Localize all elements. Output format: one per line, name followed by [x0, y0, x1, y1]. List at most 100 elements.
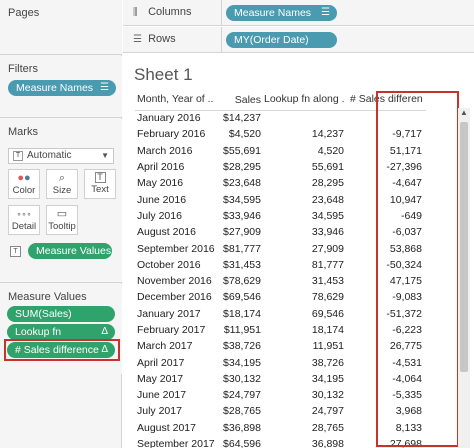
cell-sales-difference: -5,335	[392, 389, 422, 402]
cell-lookup: 81,777	[311, 258, 344, 271]
filters-title: Filters	[8, 63, 38, 75]
sales-difference-label: # Sales difference	[15, 344, 99, 356]
detail-icon: ∘∘∘	[16, 210, 32, 219]
color-label: Color	[12, 185, 36, 196]
size-button[interactable]: ⌕ Size	[46, 169, 78, 199]
marks-title: Marks	[8, 126, 38, 138]
cell-lookup: 34,195	[311, 372, 344, 385]
cell-sales-difference: 47,175	[389, 275, 422, 288]
data-table: Month, Year of .. Sales Lookup fn along …	[135, 91, 426, 448]
cell-lookup: 23,648	[311, 193, 344, 206]
cell-month: February 2017	[137, 324, 206, 336]
header-lookup[interactable]: Lookup fn along ..	[261, 91, 346, 111]
measure-values-pill[interactable]: Measure Values	[28, 243, 112, 259]
header-row: Month, Year of .. Sales Lookup fn along …	[135, 91, 426, 111]
table-row: March 2016 $55,691 4,520 51,171	[135, 143, 426, 159]
delta-icon: Δ	[101, 344, 108, 355]
cell-sales-difference: -6,223	[392, 324, 422, 336]
cell-sales-difference: -4,531	[392, 356, 422, 369]
columns-label-wrap: ⫼ Columns	[133, 6, 191, 18]
mark-type-value: Automatic	[27, 150, 72, 161]
color-button[interactable]: ●● Color	[8, 169, 40, 199]
measure-values-title: Measure Values	[8, 291, 87, 303]
cell-sales: $28,765	[223, 405, 261, 418]
cell-month: September 2016	[137, 242, 215, 255]
header-sales[interactable]: Sales	[221, 91, 261, 111]
table-row: October 2016 $31,453 81,777 -50,324	[135, 257, 426, 273]
cell-lookup: 27,909	[311, 242, 344, 255]
table-row: February 2017 $11,951 18,174 -6,223	[135, 322, 426, 338]
cell-sales-difference: 8,133	[395, 421, 422, 434]
rows-shelf: ☰ Rows MY(Order Date)	[123, 27, 474, 53]
cell-sales: $36,898	[223, 421, 261, 434]
cell-sales: $23,648	[223, 177, 261, 190]
cell-sales: $55,691	[223, 144, 261, 157]
table-row: April 2017 $34,195 38,726 -4,531	[135, 354, 426, 370]
cell-lookup: 55,691	[311, 161, 344, 174]
cell-sales-difference: -4,064	[392, 372, 422, 385]
cell-sales-difference: 10,947	[389, 193, 422, 206]
table-row: September 2017 $64,596 36,898 27,698	[135, 436, 426, 448]
cell-sales-difference: 51,171	[389, 144, 422, 157]
pages-card: Pages	[0, 0, 122, 55]
scrollbar-thumb[interactable]	[460, 122, 468, 372]
cell-month: March 2017	[137, 340, 193, 353]
lookup-fn-pill[interactable]: Lookup fn Δ	[7, 324, 115, 340]
cell-month: January 2017	[137, 307, 201, 320]
table-row: September 2016 $81,777 27,909 53,868	[135, 240, 426, 256]
header-sales-difference[interactable]: # Sales differen..	[346, 91, 426, 111]
vertical-scrollbar[interactable]: ▲	[458, 108, 470, 448]
table-row: August 2017 $36,898 28,765 8,133	[135, 420, 426, 436]
table-row: November 2016 $78,629 31,453 47,175	[135, 273, 426, 289]
table-row: April 2016 $28,295 55,691 -27,396	[135, 159, 426, 175]
filter-measure-names-pill[interactable]: Measure Names ☰	[8, 80, 116, 96]
cell-sales: $24,797	[223, 389, 261, 402]
columns-measure-names-pill[interactable]: Measure Names ☰	[226, 5, 337, 21]
detail-button[interactable]: ∘∘∘ Detail	[8, 205, 40, 235]
cell-sales: $28,295	[223, 161, 261, 174]
cell-month: June 2017	[137, 389, 187, 402]
table-row: July 2016 $33,946 34,595 -649	[135, 208, 426, 224]
rows-date-pill[interactable]: MY(Order Date)	[226, 32, 337, 48]
sales-difference-pill[interactable]: # Sales difference Δ	[7, 342, 115, 358]
columns-shelf: ⫼ Columns Measure Names ☰	[123, 0, 474, 26]
cell-lookup: 24,797	[311, 405, 344, 418]
cell-month: July 2017	[137, 405, 182, 418]
table-row: June 2016 $34,595 23,648 10,947	[135, 191, 426, 207]
table-row: May 2017 $30,132 34,195 -4,064	[135, 371, 426, 387]
columns-label: Columns	[148, 6, 192, 18]
cell-month: August 2017	[137, 421, 196, 434]
filter-pill-label: Measure Names	[16, 82, 94, 94]
cell-sales: $78,629	[223, 275, 261, 288]
cell-month: August 2016	[137, 226, 196, 239]
cell-month: September 2017	[137, 438, 215, 448]
rows-pill-label: MY(Order Date)	[234, 34, 309, 46]
cell-sales-difference: -6,037	[392, 226, 422, 239]
cell-lookup: 28,765	[311, 421, 344, 434]
table-row: May 2016 $23,648 28,295 -4,647	[135, 175, 426, 191]
cell-lookup: 34,595	[311, 209, 344, 222]
text-button[interactable]: T Text	[84, 169, 116, 199]
lookup-fn-label: Lookup fn	[15, 326, 62, 338]
cell-sales: $30,132	[223, 372, 261, 385]
sheet-title: Sheet 1	[134, 65, 193, 84]
header-month[interactable]: Month, Year of ..	[135, 91, 221, 111]
mark-type-select[interactable]: T Automatic ▼	[8, 148, 114, 164]
cell-lookup: 4,520	[317, 144, 344, 157]
scroll-up-icon[interactable]: ▲	[460, 108, 468, 117]
cell-month: March 2016	[137, 144, 193, 157]
cell-lookup: 30,132	[311, 389, 344, 402]
measure-values-pill-label: Measure Values	[36, 245, 112, 257]
tooltip-label: Tooltip	[48, 221, 76, 232]
cell-sales-difference	[346, 110, 426, 126]
chevron-down-icon: ▼	[101, 151, 109, 160]
filter-list-icon: ☰	[321, 7, 330, 18]
cell-sales-difference: -9,717	[392, 128, 422, 141]
sum-sales-pill[interactable]: SUM(Sales)	[7, 306, 115, 322]
rows-label-wrap: ☰ Rows	[133, 33, 176, 45]
table-row: February 2016 $4,520 14,237 -9,717	[135, 126, 426, 142]
cell-sales: $14,237	[223, 112, 261, 125]
rows-label: Rows	[148, 33, 176, 45]
table-row: June 2017 $24,797 30,132 -5,335	[135, 387, 426, 403]
tooltip-button[interactable]: ▭ Tooltip	[46, 205, 78, 235]
